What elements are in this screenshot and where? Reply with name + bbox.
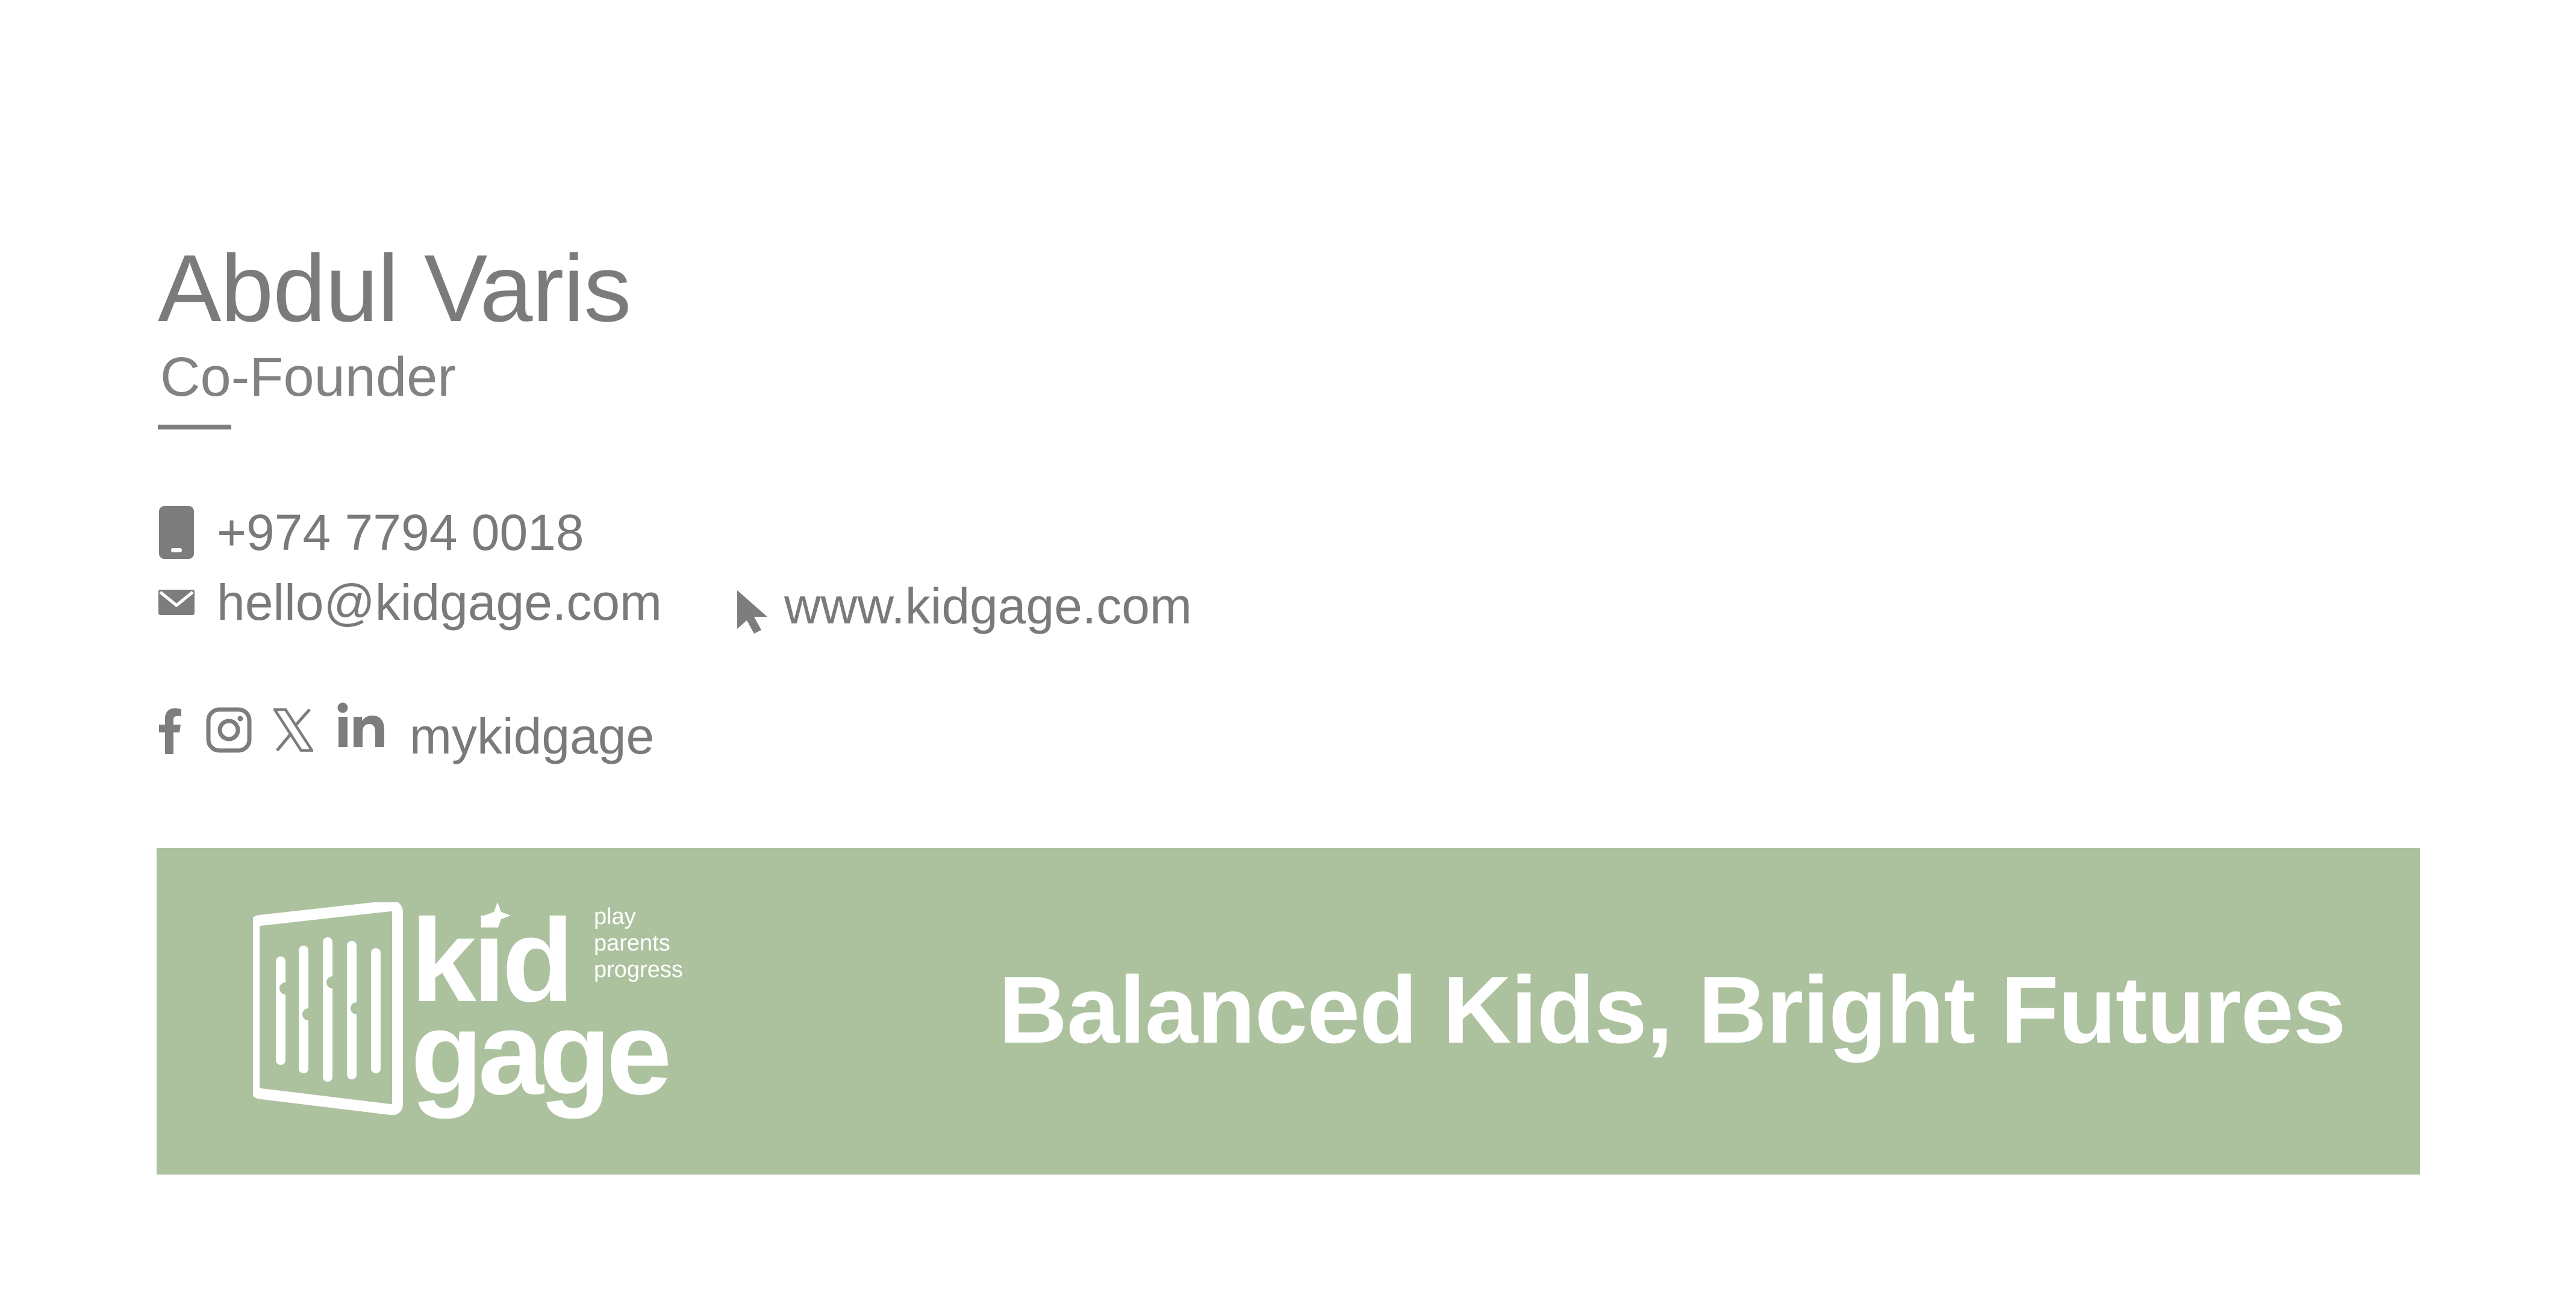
logo-tagline-parents: parents [594, 931, 670, 956]
email-row[interactable]: hello@kidgage.com [158, 577, 662, 628]
cursor-pointer-icon [735, 589, 773, 635]
logo-tagline-progress: progress [594, 957, 683, 982]
email-address: hello@kidgage.com [217, 574, 663, 631]
person-title: Co-Founder [160, 346, 456, 408]
website-row[interactable]: www.kidgage.com [735, 577, 1192, 635]
logo-tagline-play: play [594, 904, 636, 929]
x-icon[interactable] [273, 708, 313, 752]
kidgage-logo[interactable]: kid gage play parents progress [249, 894, 711, 1119]
phone-number: +974 7794 0018 [217, 504, 584, 561]
kidgage-logo-graphic: kid gage play parents progress [249, 894, 683, 1119]
logo-word-gage: gage [411, 987, 668, 1119]
envelope-icon [158, 587, 195, 617]
social-row: mykidgage [158, 699, 654, 761]
banner-tagline: Balanced Kids, Bright Futures [999, 957, 2346, 1063]
social-handle: mykidgage [410, 708, 655, 764]
facebook-icon[interactable] [158, 706, 182, 754]
mobile-phone-icon [158, 505, 195, 560]
person-name: Abdul Varis [158, 236, 631, 342]
title-divider [158, 425, 231, 429]
instagram-icon[interactable] [206, 707, 252, 753]
brand-banner: kid gage play parents progress Balanced … [157, 848, 2420, 1175]
linkedin-icon[interactable] [337, 702, 385, 748]
website-url: www.kidgage.com [784, 578, 1192, 634]
phone-row[interactable]: +974 7794 0018 [158, 505, 584, 560]
